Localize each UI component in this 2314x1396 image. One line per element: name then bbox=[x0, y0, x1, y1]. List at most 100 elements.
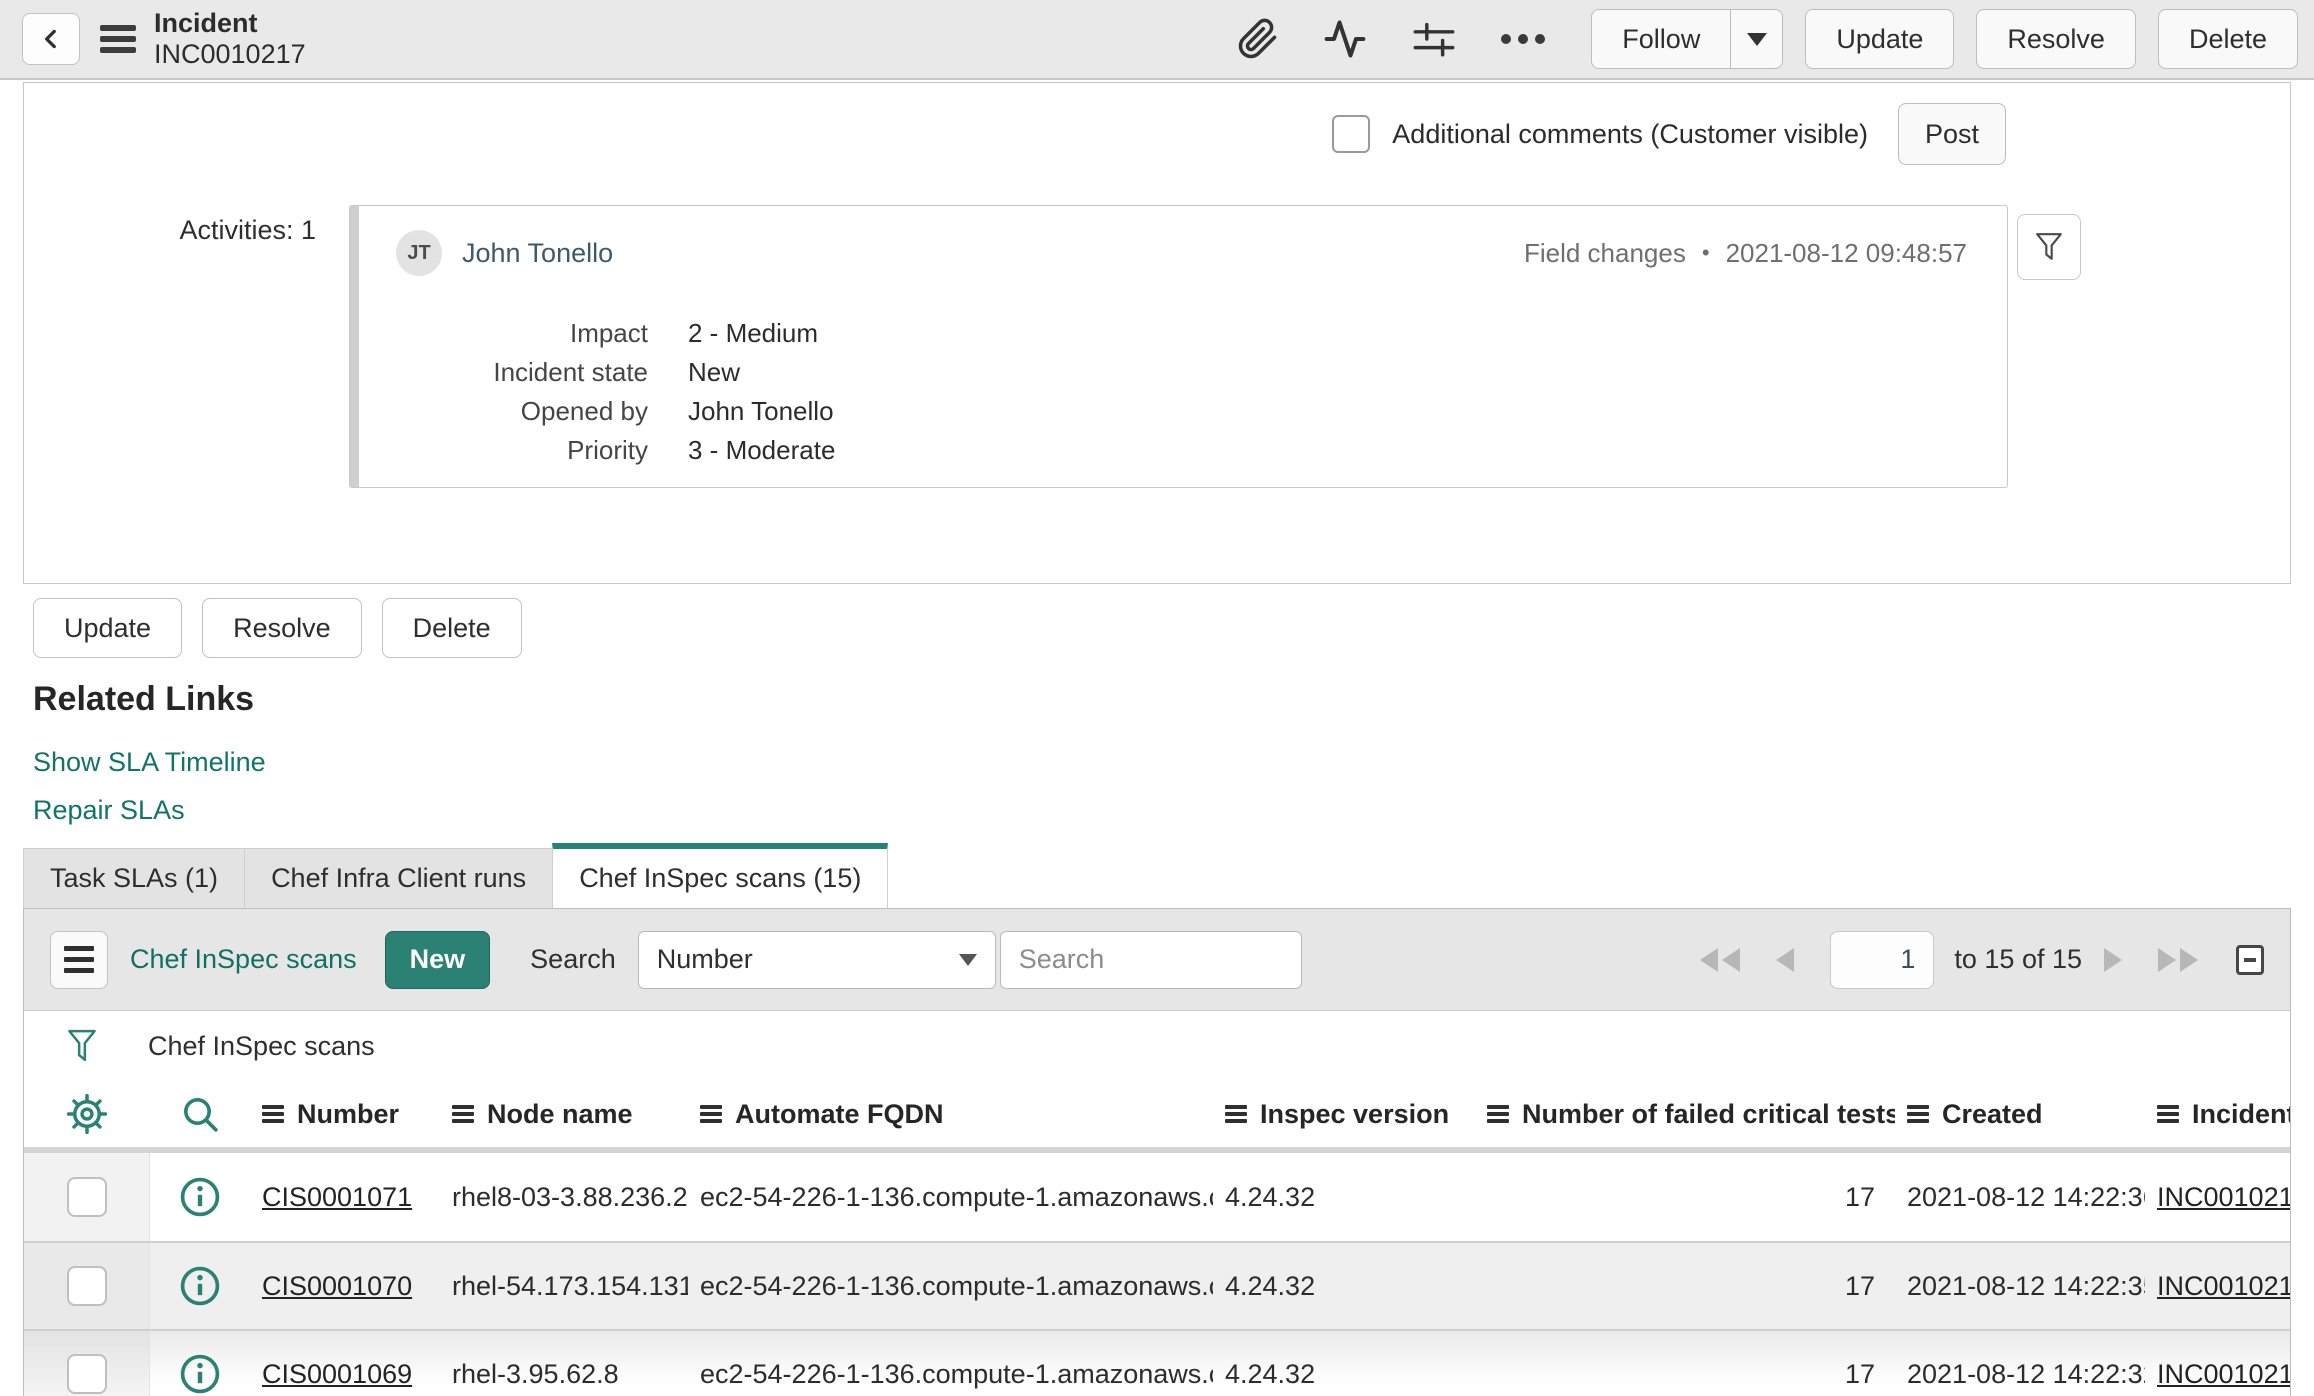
incident-page: Incident INC0010217 Follow Update Resolv… bbox=[0, 0, 2314, 1396]
related-lists-tabs: Task SLAs (1) Chef Infra Client runs Che… bbox=[23, 843, 889, 908]
info-icon bbox=[178, 1175, 222, 1219]
record-type-label: Incident bbox=[154, 8, 258, 38]
scan-record-link[interactable]: CIS0001071 bbox=[262, 1182, 412, 1212]
column-header-number[interactable]: Number bbox=[250, 1099, 440, 1130]
scan-record-link[interactable]: CIS0001069 bbox=[262, 1359, 412, 1389]
list-menu-button[interactable] bbox=[50, 930, 108, 989]
created-cell: 2021-08-12 14:22:32 bbox=[1907, 1358, 2145, 1389]
field-change-row: Opened by John Tonello bbox=[396, 392, 835, 431]
scan-record-link[interactable]: CIS0001070 bbox=[262, 1271, 412, 1301]
more-options-icon[interactable] bbox=[1501, 34, 1546, 44]
table-row: CIS0001069 rhel-3.95.62.8 ec2-54-226-1-1… bbox=[24, 1329, 2290, 1396]
column-header-failed-critical-tests[interactable]: Number of failed critical tests bbox=[1475, 1099, 1895, 1130]
first-page-icon[interactable] bbox=[1698, 947, 1744, 973]
list-breadcrumb[interactable]: Chef InSpec scans bbox=[148, 1031, 375, 1062]
list-title[interactable]: Chef InSpec scans bbox=[130, 944, 357, 975]
funnel-icon[interactable] bbox=[66, 1027, 98, 1065]
pagination-range-label: to 15 of 15 bbox=[1954, 944, 2082, 974]
list-search-button[interactable] bbox=[150, 1094, 250, 1134]
update-button-footer[interactable]: Update bbox=[33, 598, 183, 658]
collapse-list-icon[interactable] bbox=[2236, 944, 2264, 975]
inspec-version-cell: 4.24.32 bbox=[1225, 1270, 1316, 1301]
column-menu-icon bbox=[1907, 1102, 1929, 1126]
node-name-cell: rhel-3.95.62.8 bbox=[452, 1358, 619, 1389]
info-icon bbox=[178, 1352, 222, 1396]
field-value: John Tonello bbox=[688, 396, 834, 426]
last-page-icon[interactable] bbox=[2154, 947, 2200, 973]
previous-page-icon[interactable] bbox=[1774, 947, 1796, 973]
list-search-input[interactable] bbox=[999, 930, 1302, 989]
activity-filter-button[interactable] bbox=[2017, 214, 2081, 280]
page-number-input[interactable] bbox=[1830, 930, 1935, 989]
activity-stream-icon[interactable] bbox=[1323, 17, 1367, 61]
back-button[interactable] bbox=[22, 13, 80, 65]
search-field-select[interactable]: Number bbox=[637, 930, 996, 989]
follow-split-button: Follow bbox=[1591, 9, 1784, 69]
activity-meta: Field changes • 2021-08-12 09:48:57 bbox=[1524, 238, 1967, 269]
incident-record-link[interactable]: INC0010217 bbox=[2157, 1271, 2290, 1301]
column-menu-icon bbox=[1487, 1102, 1509, 1126]
record-title: Incident INC0010217 bbox=[154, 8, 306, 70]
column-menu-icon bbox=[2157, 1102, 2179, 1126]
row-checkbox[interactable] bbox=[66, 1266, 107, 1306]
chevron-down-icon bbox=[958, 953, 977, 966]
list-filter-row: Chef InSpec scans bbox=[24, 1011, 2290, 1081]
automate-fqdn-cell: ec2-54-226-1-136.compute-1.amazonaws.com bbox=[700, 1270, 1213, 1301]
field-change-row: Priority 3 - Moderate bbox=[396, 431, 835, 470]
chevron-down-icon bbox=[1746, 32, 1767, 46]
follow-button[interactable]: Follow bbox=[1591, 9, 1732, 69]
node-name-cell: rhel-54.173.154.131 bbox=[452, 1270, 688, 1301]
chef-inspec-scans-list: Chef InSpec scans New Search Number to 1… bbox=[23, 908, 2291, 1396]
row-checkbox[interactable] bbox=[66, 1177, 107, 1217]
node-name-cell: rhel8-03-3.88.236.28 bbox=[452, 1181, 688, 1212]
column-menu-icon bbox=[1225, 1102, 1247, 1126]
failed-critical-tests-cell: 17 bbox=[1844, 1270, 1875, 1301]
follow-dropdown-button[interactable] bbox=[1731, 9, 1784, 69]
table-row: CIS0001070 rhel-54.173.154.131 ec2-54-22… bbox=[24, 1241, 2290, 1329]
record-preview-button[interactable] bbox=[150, 1264, 250, 1308]
record-preview-button[interactable] bbox=[150, 1352, 250, 1396]
context-menu-icon[interactable] bbox=[100, 20, 136, 58]
personalize-form-icon[interactable] bbox=[1411, 18, 1457, 60]
row-checkbox[interactable] bbox=[66, 1354, 107, 1394]
next-page-icon[interactable] bbox=[2102, 947, 2124, 973]
resolve-button-footer[interactable]: Resolve bbox=[202, 598, 362, 658]
repair-slas-link[interactable]: Repair SLAs bbox=[33, 795, 266, 826]
column-header-node-name[interactable]: Node name bbox=[440, 1099, 688, 1130]
column-header-incident[interactable]: Incident bbox=[2145, 1099, 2290, 1130]
delete-button-footer[interactable]: Delete bbox=[381, 598, 522, 658]
new-record-button[interactable]: New bbox=[384, 930, 491, 989]
column-menu-icon bbox=[262, 1102, 284, 1126]
gear-icon bbox=[66, 1093, 108, 1135]
search-icon bbox=[180, 1094, 220, 1134]
field-changes: Impact 2 - Medium Incident state New Ope… bbox=[396, 314, 835, 470]
tab-chef-inspec-scans[interactable]: Chef InSpec scans (15) bbox=[552, 843, 889, 908]
tab-task-slas[interactable]: Task SLAs (1) bbox=[23, 848, 246, 908]
post-button[interactable]: Post bbox=[1897, 103, 2006, 165]
column-header-inspec-version[interactable]: Inspec version bbox=[1213, 1099, 1475, 1130]
activity-accent-bar bbox=[350, 206, 359, 487]
update-button-header[interactable]: Update bbox=[1805, 9, 1955, 69]
record-preview-button[interactable] bbox=[150, 1175, 250, 1219]
activity-user-name: John Tonello bbox=[462, 237, 614, 268]
incident-record-link[interactable]: INC0010217 bbox=[2157, 1359, 2290, 1389]
delete-button-header[interactable]: Delete bbox=[2157, 9, 2298, 69]
resolve-button-header[interactable]: Resolve bbox=[1976, 9, 2136, 69]
additional-comments-label: Additional comments (Customer visible) bbox=[1392, 118, 1868, 149]
incident-record-link[interactable]: INC0010217 bbox=[2157, 1182, 2290, 1212]
list-pagination: to 15 of 15 bbox=[1698, 930, 2264, 989]
tab-chef-infra-client-runs[interactable]: Chef Infra Client runs bbox=[244, 848, 554, 908]
field-change-row: Incident state New bbox=[396, 353, 835, 392]
field-label: Impact bbox=[569, 318, 648, 348]
activity-entry: JT John Tonello Field changes • 2021-08-… bbox=[349, 205, 2008, 488]
personalize-columns-button[interactable] bbox=[24, 1093, 150, 1135]
created-cell: 2021-08-12 14:22:36 bbox=[1907, 1181, 2145, 1212]
customer-visible-checkbox[interactable] bbox=[1332, 115, 1371, 153]
attachment-icon[interactable] bbox=[1237, 18, 1279, 60]
show-sla-timeline-link[interactable]: Show SLA Timeline bbox=[33, 747, 266, 778]
table-row: CIS0001071 rhel8-03-3.88.236.28 ec2-54-2… bbox=[24, 1153, 2290, 1241]
column-header-created[interactable]: Created bbox=[1895, 1099, 2145, 1130]
column-header-automate-fqdn[interactable]: Automate FQDN bbox=[688, 1099, 1213, 1130]
automate-fqdn-cell: ec2-54-226-1-136.compute-1.amazonaws.com bbox=[700, 1358, 1213, 1389]
automate-fqdn-cell: ec2-54-226-1-136.compute-1.amazonaws.com bbox=[700, 1181, 1213, 1212]
